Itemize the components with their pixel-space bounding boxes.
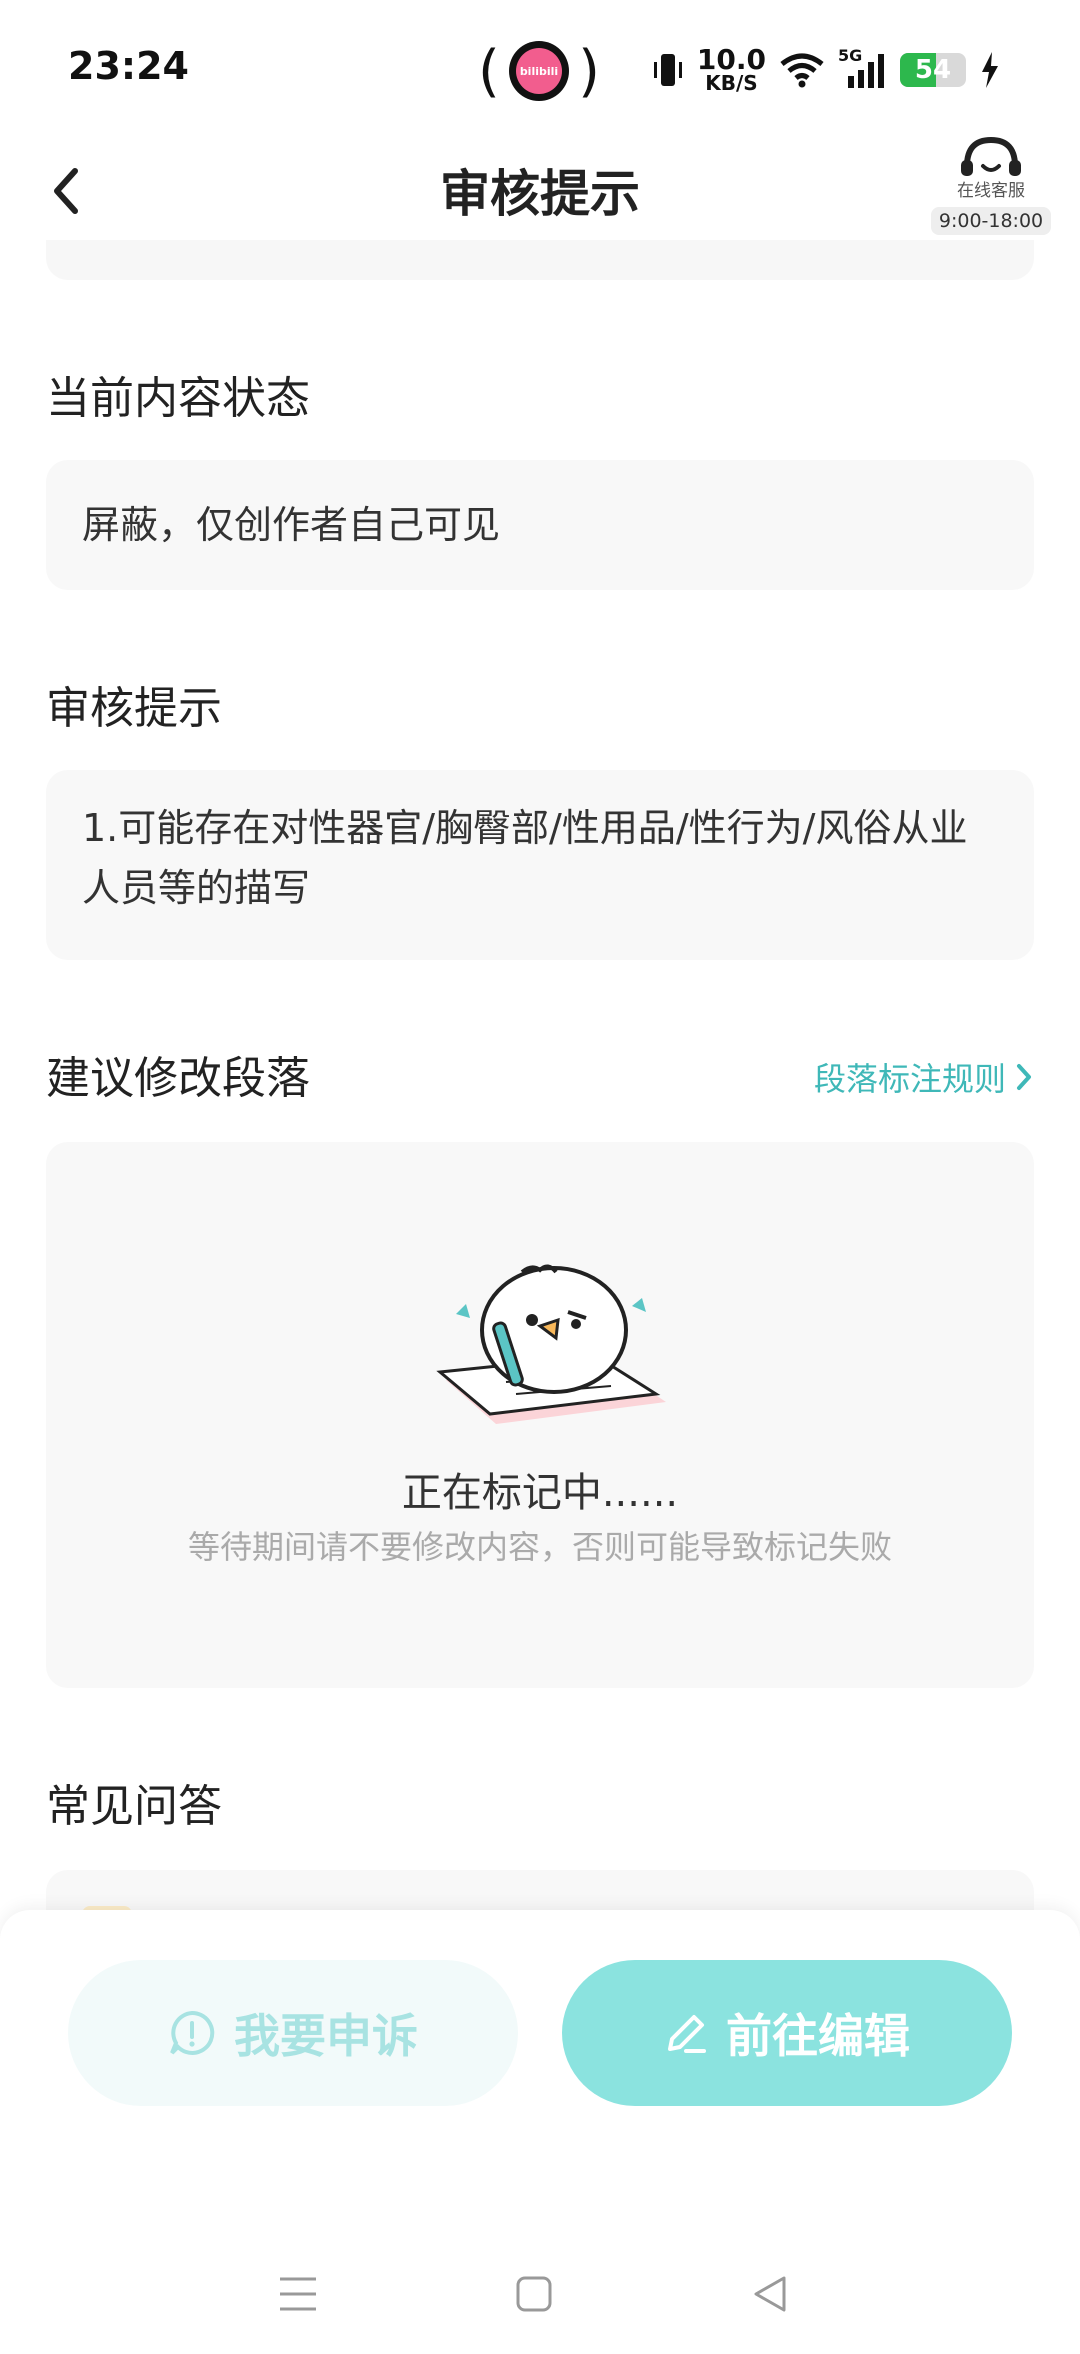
network-speed-value: 10.0 [696,43,766,76]
page-title: 审核提示 [440,165,640,223]
nav-back-button[interactable] [740,2264,800,2324]
paragraph-rules-label: 段落标注规则 [813,1060,1006,1098]
back-triangle-icon [754,2276,786,2312]
network-speed-unit: KB/S [705,71,758,95]
headset-icon [961,136,1021,176]
review-tip-value: 1.可能存在对性器官/胸臀部/性用品/性行为/风俗从业人员等的描写 [82,806,968,910]
customer-service-label: 在线客服 [957,181,1025,201]
vibrate-icon [653,54,682,86]
bilibili-app-icon: bilibili [509,41,569,101]
nav-menu-button[interactable] [268,2264,328,2324]
paragraph-rules-link[interactable]: 段落标注规则 [814,1054,1032,1100]
left-paren: ( [478,38,500,104]
review-tip-title: 审核提示 [46,683,222,734]
status-bar: 23:24 ( bilibili ) 10.0 KB/S 5G 54 [0,0,1080,130]
app-notification-indicator: ( bilibili ) [478,36,600,106]
content-status-value: 屏蔽，仅创作者自己可见 [82,503,501,547]
customer-service-button[interactable]: 在线客服 9:00-18:00 [930,136,1052,246]
appeal-icon [170,2010,215,2055]
bird-writing-illustration [436,1264,666,1424]
cellular-signal: 5G [838,46,886,90]
chevron-right-icon [1017,1064,1031,1090]
suggest-section-title: 建议修改段落 [46,1053,310,1104]
network-speed: 10.0 KB/S [696,43,766,95]
status-time: 23:24 [68,44,189,88]
appeal-label: 我要申诉 [234,2009,418,2063]
appeal-button[interactable]: 我要申诉 [68,1960,518,2106]
charging-icon [982,52,998,88]
app-badge-label: bilibili [516,48,562,94]
review-tip-card: 1.可能存在对性器官/胸臀部/性用品/性行为/风俗从业人员等的描写 [46,770,1034,960]
content-status-title: 当前内容状态 [46,373,310,424]
faq-section-title: 常见问答 [46,1781,222,1832]
signal-icon [848,54,884,88]
system-nav-bar [0,2240,1080,2340]
content-status-card: 屏蔽，仅创作者自己可见 [46,460,1034,590]
battery-level: 54 [914,55,952,85]
pen-icon [668,2015,706,2053]
status-icons: 10.0 KB/S 5G 54 [653,42,1000,98]
marking-status-title: 正在标记中...... [401,1470,679,1516]
right-paren: ) [578,38,600,104]
nav-home-button[interactable] [504,2264,564,2324]
battery-indicator: 54 [900,53,966,87]
customer-service-hours: 9:00-18:00 [930,207,1052,235]
go-edit-button[interactable]: 前往编辑 [562,1960,1012,2106]
wifi-icon [780,53,824,88]
previous-card [46,240,1034,280]
home-square-icon [516,2276,552,2312]
page-header: 审核提示 在线客服 9:00-18:00 [0,130,1080,250]
go-edit-label: 前往编辑 [726,2009,910,2063]
menu-icon [280,2277,316,2311]
marking-status-hint: 等待期间请不要修改内容，否则可能导致标记失败 [187,1528,892,1566]
suggest-paragraph-card: 正在标记中...... 等待期间请不要修改内容，否则可能导致标记失败 [46,1142,1034,1688]
